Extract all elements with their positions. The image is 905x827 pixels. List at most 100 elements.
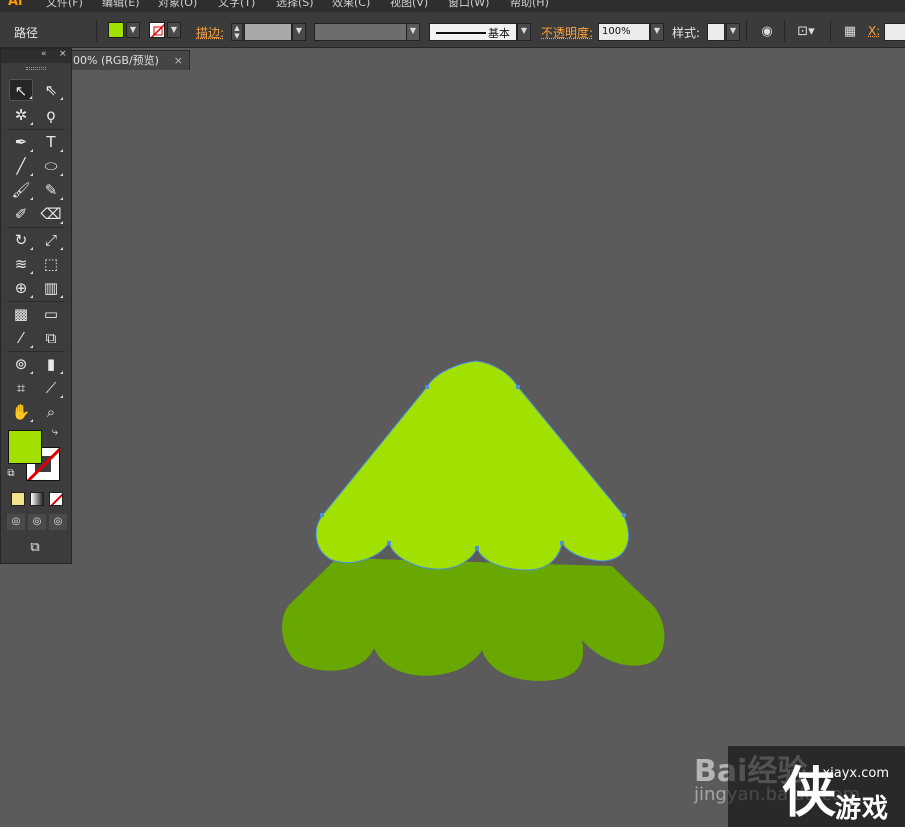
- stroke-weight-dropdown[interactable]: ▼: [292, 23, 306, 41]
- variable-width-dropdown[interactable]: ▼: [406, 23, 420, 41]
- zoom-tool-icon[interactable]: ⌕: [39, 401, 63, 423]
- ellipse-tool-icon[interactable]: ⬭: [39, 155, 63, 177]
- align-to-selection-icon[interactable]: ⊡▾: [796, 23, 816, 41]
- graphic-style-label: 样式:: [672, 26, 701, 40]
- mesh-tool-icon[interactable]: ▩: [9, 303, 33, 325]
- front-tree-layer[interactable]: [315, 360, 629, 571]
- brush-definition-value: 基本: [488, 27, 510, 40]
- menu-type[interactable]: 文字(T): [218, 0, 255, 10]
- opacity-dropdown[interactable]: ▼: [650, 23, 664, 41]
- default-fill-stroke-icon[interactable]: ⧉: [3, 467, 19, 481]
- draw-inside-icon[interactable]: ◎: [49, 514, 67, 530]
- recolor-artwork-icon[interactable]: ◉: [757, 23, 777, 41]
- hand-tool-icon[interactable]: ✋: [9, 401, 33, 423]
- scale-tool-icon[interactable]: ⤢: [39, 229, 63, 251]
- divider: [7, 351, 65, 352]
- menu-effect[interactable]: 效果(C): [332, 0, 370, 10]
- brush-definition-dropdown[interactable]: ▼: [517, 23, 531, 41]
- type-tool-icon[interactable]: T: [39, 131, 63, 153]
- divider: [746, 20, 747, 42]
- eyedropper-tool-icon[interactable]: ⁄: [9, 327, 33, 349]
- color-mode-icon[interactable]: [11, 492, 25, 506]
- brush-definition-select[interactable]: 基本: [429, 23, 517, 41]
- graphic-style-dropdown[interactable]: ▼: [726, 23, 740, 41]
- collapse-panel-icon[interactable]: «: [41, 49, 47, 59]
- x-position-label[interactable]: X:: [868, 24, 880, 38]
- close-panel-icon[interactable]: ×: [59, 49, 67, 59]
- divider: [784, 20, 785, 42]
- gradient-mode-icon[interactable]: [30, 492, 44, 506]
- menu-edit[interactable]: 编辑(E): [102, 0, 140, 10]
- none-slash-icon: [50, 493, 62, 505]
- menu-help[interactable]: 帮助(H): [510, 0, 549, 10]
- divider: [830, 20, 831, 42]
- artboard-canvas[interactable]: [72, 70, 905, 827]
- pen-tool-icon[interactable]: ✒: [9, 131, 33, 153]
- menu-object[interactable]: 对象(O): [158, 0, 197, 10]
- fill-dropdown-button[interactable]: ▼: [126, 22, 140, 38]
- draw-normal-icon[interactable]: ◎: [7, 514, 25, 530]
- tools-panel-header: « ×: [1, 49, 71, 63]
- gradient-tool-icon[interactable]: ▭: [39, 303, 63, 325]
- rotate-tool-icon[interactable]: ↻: [9, 229, 33, 251]
- divider: [96, 20, 97, 42]
- watermark: Bai经验 jingyan.baidu.com 侠 xiayx.com 游戏: [690, 740, 905, 827]
- document-tab[interactable]: 00% (RGB/预览) ×: [70, 50, 190, 70]
- opacity-label[interactable]: 不透明度:: [541, 24, 593, 41]
- divider: [7, 301, 65, 302]
- transform-reference-icon[interactable]: ▦: [840, 23, 860, 41]
- fill-swatch[interactable]: [8, 430, 42, 464]
- no-stroke-icon: [150, 23, 164, 37]
- draw-behind-icon[interactable]: ◎: [28, 514, 46, 530]
- selection-tool-icon[interactable]: ↖: [9, 79, 33, 101]
- blob-brush-tool-icon[interactable]: ✐: [9, 203, 33, 225]
- none-mode-icon[interactable]: [49, 492, 63, 506]
- stroke-dropdown-button[interactable]: ▼: [167, 22, 181, 38]
- menu-window[interactable]: 窗口(W): [448, 0, 489, 10]
- swap-fill-stroke-icon[interactable]: ⤷: [47, 425, 63, 439]
- stroke-weight-field[interactable]: [244, 23, 292, 41]
- menu-bar: Ai 文件(F) 编辑(E) 对象(O) 文字(T) 选择(S) 效果(C) 视…: [0, 0, 905, 12]
- back-tree-layer[interactable]: [282, 558, 665, 681]
- blend-tool-icon[interactable]: ⧉: [39, 327, 63, 349]
- artwork: [282, 360, 665, 681]
- direct-selection-tool-icon[interactable]: ⇖: [39, 79, 63, 101]
- shape-builder-tool-icon[interactable]: ⊕: [9, 277, 33, 299]
- panel-grip[interactable]: [26, 67, 46, 70]
- stroke-line-preview: [436, 32, 486, 34]
- slice-tool-icon[interactable]: ⟋: [39, 377, 63, 399]
- menu-file[interactable]: 文件(F): [46, 0, 83, 10]
- stroke-color-swatch[interactable]: [149, 22, 165, 38]
- x-position-field[interactable]: [884, 23, 905, 41]
- magic-wand-tool-icon[interactable]: ✲: [9, 104, 33, 126]
- fill-color-swatch[interactable]: [108, 22, 124, 38]
- paintbrush-tool-icon[interactable]: 🖌: [9, 179, 33, 201]
- free-transform-tool-icon[interactable]: ⬚: [39, 253, 63, 275]
- width-tool-icon[interactable]: ≋: [9, 253, 33, 275]
- menu-view[interactable]: 视图(V): [390, 0, 428, 10]
- document-tab-title: 00% (RGB/预览): [73, 54, 159, 67]
- line-segment-tool-icon[interactable]: ╱: [9, 155, 33, 177]
- perspective-grid-tool-icon[interactable]: ▥: [39, 277, 63, 299]
- stroke-weight-stepper[interactable]: ▲ ▼: [231, 23, 243, 41]
- site-watermark-url: xiayx.com: [822, 766, 889, 781]
- lasso-tool-icon[interactable]: ϙ: [39, 104, 63, 126]
- symbol-sprayer-tool-icon[interactable]: ⊚: [9, 353, 33, 375]
- graphic-style-swatch[interactable]: [707, 23, 725, 41]
- change-screen-mode-icon[interactable]: ⧉: [23, 537, 47, 559]
- pencil-tool-icon[interactable]: ✎: [39, 179, 63, 201]
- site-watermark-box: 侠 xiayx.com 游戏: [728, 746, 905, 827]
- variable-width-profile[interactable]: [314, 23, 408, 41]
- document-tab-close-icon[interactable]: ×: [174, 51, 183, 70]
- column-graph-tool-icon[interactable]: ▮: [39, 353, 63, 375]
- tools-panel: « × ↖ ⇖ ✲ ϙ ✒ T ╱ ⬭ 🖌 ✎ ✐ ⌫ ↻ ⤢ ≋ ⬚ ⊕ ▥ …: [0, 48, 72, 564]
- selection-type-label: 路径: [14, 26, 39, 40]
- control-bar: 路径 ▼ ▼ 描边: ▲ ▼ ▼ ▼ 基本 ▼ 不透明度: 100% ▼ 样式: …: [0, 12, 905, 48]
- menu-select[interactable]: 选择(S): [276, 0, 314, 10]
- site-watermark-char: 侠: [782, 760, 836, 824]
- divider: [7, 129, 65, 130]
- stroke-label[interactable]: 描边:: [196, 24, 224, 41]
- artboard-tool-icon[interactable]: ⌗: [9, 377, 33, 399]
- opacity-field[interactable]: 100%: [598, 23, 650, 41]
- eraser-tool-icon[interactable]: ⌫: [39, 203, 63, 225]
